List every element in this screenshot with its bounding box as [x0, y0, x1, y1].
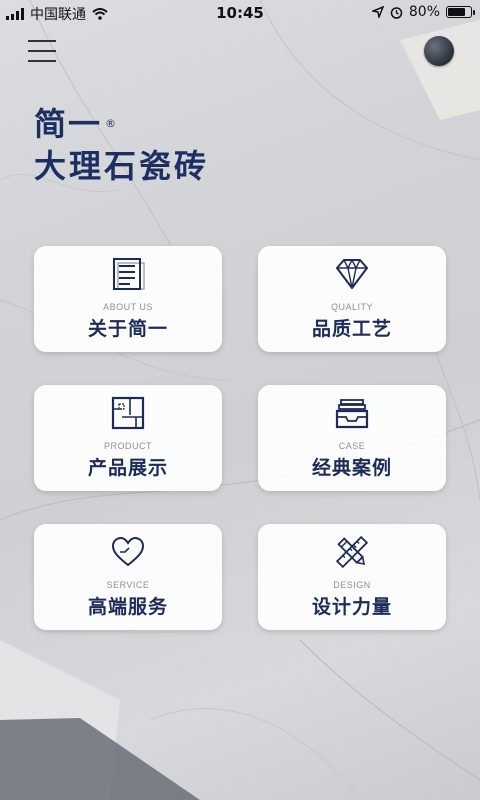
status-right: 80% — [371, 4, 475, 20]
card-about-us[interactable]: ABOUT US 关于简一 — [34, 246, 222, 352]
brand-name: 简一 ® — [34, 104, 116, 144]
pencil-ruler-icon — [335, 535, 369, 569]
card-zh-label: 经典案例 — [311, 457, 392, 479]
brand-title: 简一 ® 大理石瓷砖 — [34, 104, 209, 188]
card-zh-label: 产品展示 — [87, 457, 168, 479]
document-icon — [113, 258, 145, 290]
registered-mark: ® — [105, 117, 119, 130]
heart-icon — [111, 536, 145, 567]
card-en-label: QUALITY — [330, 302, 373, 312]
avatar[interactable] — [424, 36, 454, 66]
card-case[interactable]: CASE 经典案例 — [258, 385, 446, 491]
card-en-label: DESIGN — [333, 580, 371, 590]
card-product[interactable]: PRODUCT 产品展示 — [34, 385, 222, 491]
floorplan-icon — [111, 396, 145, 430]
location-icon — [371, 6, 384, 18]
battery-icon — [446, 6, 475, 18]
card-zh-label: 高端服务 — [87, 596, 168, 618]
alarm-icon — [390, 6, 403, 19]
card-en-label: CASE — [338, 441, 366, 451]
battery-fill — [448, 8, 465, 16]
tray-icon — [335, 399, 369, 429]
battery-percent: 80% — [408, 4, 440, 20]
card-design[interactable]: DESIGN 设计力量 — [258, 524, 446, 630]
brand-subtitle: 大理石瓷砖 — [34, 147, 210, 185]
card-zh-label: 关于简一 — [87, 318, 168, 340]
card-en-label: ABOUT US — [103, 302, 153, 312]
card-zh-label: 设计力量 — [311, 596, 392, 618]
card-en-label: SERVICE — [106, 580, 150, 590]
hamburger-menu-icon[interactable] — [28, 40, 56, 62]
status-bar: 中国联通 10:45 80% — [0, 0, 480, 26]
card-quality[interactable]: QUALITY 品质工艺 — [258, 246, 446, 352]
card-zh-label: 品质工艺 — [311, 318, 392, 340]
diamond-icon — [336, 258, 368, 289]
brand-name-text: 简一 — [34, 105, 103, 143]
card-en-label: PRODUCT — [104, 441, 152, 451]
card-service[interactable]: SERVICE 高端服务 — [34, 524, 222, 630]
